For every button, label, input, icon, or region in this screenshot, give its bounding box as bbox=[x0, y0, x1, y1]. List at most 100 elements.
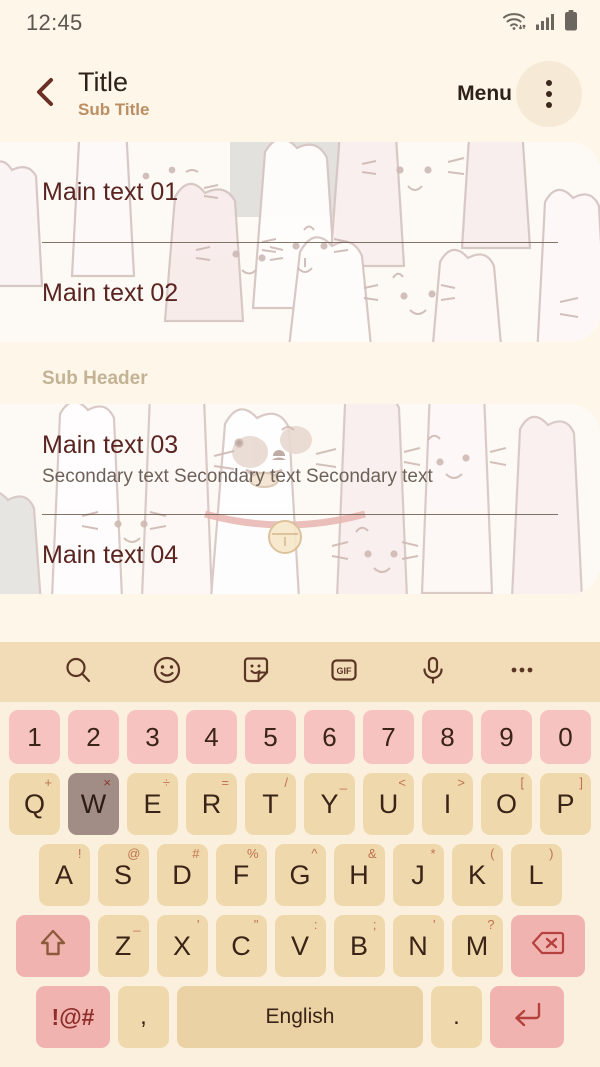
key-1[interactable]: 1 bbox=[9, 710, 60, 764]
shift-key[interactable] bbox=[15, 915, 90, 977]
menu-button[interactable]: Menu bbox=[457, 82, 512, 106]
key-n[interactable]: ' N bbox=[392, 915, 444, 977]
more-options-icon[interactable] bbox=[507, 655, 537, 690]
backspace-key[interactable] bbox=[510, 915, 585, 977]
key-k-label: K bbox=[467, 859, 486, 890]
key-v-label: V bbox=[290, 930, 309, 961]
overflow-menu-button[interactable] bbox=[516, 61, 582, 127]
key-c-label: C bbox=[231, 930, 251, 961]
key-s-symbol: @ bbox=[127, 846, 141, 861]
key-4[interactable]: 4 bbox=[186, 710, 237, 764]
key-d[interactable]: # D bbox=[156, 844, 208, 906]
page-subtitle: Sub Title bbox=[78, 99, 150, 119]
key-w-label: W bbox=[80, 788, 107, 819]
key-k[interactable]: ( K bbox=[451, 844, 503, 906]
enter-key[interactable] bbox=[490, 986, 564, 1048]
list-item-secondary-text: Secondary text Secondary text Secondary … bbox=[42, 465, 433, 487]
key-p[interactable]: ] P bbox=[540, 773, 591, 835]
list-item[interactable]: Main text 02 bbox=[0, 243, 600, 342]
key-u[interactable]: < U bbox=[363, 773, 414, 835]
key-y[interactable]: _ Y bbox=[304, 773, 355, 835]
signal-icon bbox=[535, 11, 555, 36]
key-l[interactable]: ) L bbox=[510, 844, 562, 906]
key-w-symbol: × bbox=[103, 775, 111, 790]
key-v[interactable]: : V bbox=[274, 915, 326, 977]
key-i-label: I bbox=[443, 788, 452, 819]
space-key[interactable]: English bbox=[177, 986, 423, 1048]
key-o-symbol: [ bbox=[520, 775, 524, 790]
key-j-label: J bbox=[411, 859, 425, 890]
page-title: Title bbox=[78, 67, 129, 98]
list-item[interactable]: Main text 03 Secondary text Secondary te… bbox=[0, 404, 600, 514]
key-7[interactable]: 7 bbox=[363, 710, 414, 764]
key-p-label: P bbox=[556, 788, 575, 819]
key-q-label: Q bbox=[23, 788, 45, 819]
overflow-dot bbox=[546, 102, 552, 108]
key-x[interactable]: ' X bbox=[156, 915, 208, 977]
overflow-menu-icon bbox=[546, 80, 552, 86]
key-8[interactable]: 8 bbox=[422, 710, 473, 764]
key-r-label: R bbox=[201, 788, 222, 819]
phone-screen: 12: 45 Title Sub Title Menu Main text 01 … bbox=[0, 0, 600, 1067]
list-item[interactable]: Main text 04 bbox=[0, 515, 600, 594]
microphone-icon[interactable] bbox=[418, 655, 448, 690]
key-j[interactable]: * J bbox=[392, 844, 444, 906]
key-m[interactable]: ? M bbox=[451, 915, 503, 977]
key-9[interactable]: 9 bbox=[481, 710, 532, 764]
content-area: Main text 01 Main text 02 Sub Header Mai… bbox=[0, 142, 600, 594]
key-f[interactable]: % F bbox=[215, 844, 267, 906]
key-g[interactable]: ^ G bbox=[274, 844, 326, 906]
key-e-symbol: ÷ bbox=[162, 775, 170, 790]
key-s[interactable]: @ S bbox=[97, 844, 149, 906]
key-h[interactable]: & H bbox=[333, 844, 385, 906]
key-5[interactable]: 5 bbox=[245, 710, 296, 764]
shift-icon bbox=[38, 927, 68, 966]
list-item-main-text: Main text 03 bbox=[42, 430, 179, 459]
key-r-symbol: = bbox=[221, 775, 229, 790]
keyboard-row-a: ! A @ S # D % F ^ G & H * J (K) L bbox=[6, 844, 594, 906]
status-time: 12:45 bbox=[26, 10, 83, 35]
keyboard-row-numbers: 1 2 3 4 5 6 7 8 9 0 bbox=[6, 710, 594, 764]
key-l-symbol: ) bbox=[549, 846, 554, 861]
key-a-symbol: ! bbox=[77, 846, 82, 861]
back-button[interactable] bbox=[22, 71, 68, 117]
symbols-key[interactable]: !@# bbox=[36, 986, 110, 1048]
keyboard-row-bottom: !@# , English . bbox=[6, 986, 594, 1048]
sub-header: Sub Header bbox=[42, 368, 148, 389]
key-z[interactable]: _ Z bbox=[97, 915, 149, 977]
key-g-label: G bbox=[289, 859, 311, 890]
key-6[interactable]: 6 bbox=[304, 710, 355, 764]
key-3[interactable]: 3 bbox=[127, 710, 178, 764]
key-e[interactable]: ÷ E bbox=[127, 773, 178, 835]
search-icon[interactable] bbox=[63, 655, 93, 690]
key-0[interactable]: 0 bbox=[540, 710, 591, 764]
period-key[interactable]: . bbox=[431, 986, 482, 1048]
key-c[interactable]: " C bbox=[215, 915, 267, 977]
key-u-label: U bbox=[378, 788, 399, 819]
sticker-icon[interactable] bbox=[241, 655, 271, 690]
key-d-symbol: # bbox=[192, 846, 200, 861]
key-b[interactable]: ; B bbox=[333, 915, 385, 977]
key-o[interactable]: [ O bbox=[481, 773, 532, 835]
key-k-symbol: ( bbox=[490, 846, 495, 861]
key-m-label: M bbox=[465, 930, 489, 961]
key-i[interactable]: > I bbox=[422, 773, 473, 835]
comma-key[interactable]: , bbox=[118, 986, 169, 1048]
key-a[interactable]: ! A bbox=[38, 844, 90, 906]
key-u-symbol: < bbox=[398, 775, 406, 790]
emoji-icon[interactable] bbox=[152, 655, 182, 690]
list-item[interactable]: Main text 01 bbox=[0, 142, 600, 242]
gif-icon[interactable]: GIF bbox=[329, 655, 359, 690]
key-v-symbol: : bbox=[313, 917, 318, 932]
key-w[interactable]: × W bbox=[68, 773, 119, 835]
key-2[interactable]: 2 bbox=[68, 710, 119, 764]
key-t-symbol: / bbox=[284, 775, 288, 790]
key-d-label: D bbox=[172, 859, 192, 890]
key-r[interactable]: = R bbox=[186, 773, 237, 835]
battery-icon bbox=[564, 10, 578, 36]
list-divider bbox=[42, 514, 558, 515]
status-icons bbox=[502, 10, 578, 36]
list-item-main-text: Main text 02 bbox=[42, 278, 179, 307]
key-q[interactable]: + Q bbox=[9, 773, 60, 835]
key-t[interactable]: / T bbox=[245, 773, 296, 835]
